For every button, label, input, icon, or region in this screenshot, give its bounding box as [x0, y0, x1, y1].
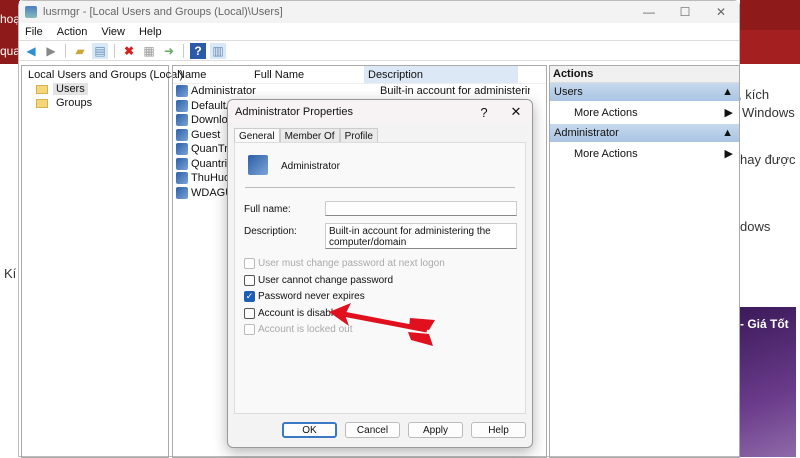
user-icon	[176, 85, 188, 98]
tree-root-label: Local Users and Groups (Local)	[28, 69, 184, 81]
tree-item-label: Groups	[56, 97, 93, 109]
dialog-title: Administrator Properties	[235, 106, 353, 118]
delete-icon[interactable]: ✖	[121, 43, 137, 59]
description-label: Description:	[244, 226, 297, 237]
more-actions-users[interactable]: More Actions ▶	[550, 101, 739, 124]
arrow-fletch	[409, 318, 435, 330]
tree-root[interactable]: Local Users and Groups (Local)	[24, 68, 183, 82]
submenu-arrow-icon: ▶	[724, 107, 733, 119]
up-folder-icon[interactable]: ▰	[72, 43, 88, 59]
menu-action[interactable]: Action	[57, 26, 88, 38]
cancel-button[interactable]: Cancel	[345, 422, 400, 438]
column-header-full-name[interactable]: Full Name	[250, 66, 364, 83]
user-icon	[248, 155, 268, 175]
collapse-icon[interactable]: ▲	[722, 127, 733, 139]
menu-help[interactable]: Help	[139, 26, 162, 38]
checkbox-user-cannot-change-password[interactable]: User cannot change password	[244, 274, 394, 286]
checkbox-box[interactable]	[244, 307, 255, 319]
full-name-input[interactable]	[325, 201, 517, 216]
collapse-icon[interactable]: ▲	[722, 86, 733, 98]
cell-description: Built-in account for administering...	[380, 85, 530, 98]
menu-file[interactable]: File	[25, 26, 43, 38]
action-label: More Actions	[574, 106, 638, 119]
folder-icon	[36, 84, 48, 94]
actions-pane: Actions Users ▲ More Actions ▶ Administrat…	[549, 65, 740, 458]
show-action-pane-icon[interactable]: ▥	[210, 42, 226, 59]
checkbox-label: User must change password at next logon	[258, 258, 445, 269]
apply-button[interactable]: Apply	[408, 422, 463, 438]
action-label: More Actions	[574, 147, 638, 160]
bg-text: , kích	[738, 87, 770, 102]
checkbox-label: User cannot change password	[258, 274, 394, 286]
administrator-properties-dialog: Administrator Properties ? ✕ General Mem…	[227, 99, 533, 448]
user-name: Administrator	[281, 161, 340, 172]
column-header-name[interactable]: Name	[173, 66, 250, 83]
browser-background-left: hoạt quan	[0, 0, 20, 64]
user-icon	[176, 99, 188, 112]
arrow-fletch	[408, 332, 433, 346]
help-icon[interactable]: ?	[190, 42, 206, 59]
actions-section-users[interactable]: Users ▲	[550, 83, 739, 101]
toolbar: ◀ ▶ ▰ ▤ ✖ ▦ ➜ ? ▥	[19, 41, 739, 61]
column-header-description[interactable]: Description	[364, 66, 518, 83]
minimize-button[interactable]: —	[631, 1, 667, 23]
section-label: Users	[554, 86, 583, 98]
show-hide-tree-icon[interactable]: ▤	[92, 42, 108, 59]
section-label: Administrator	[554, 127, 619, 139]
browser-background-right: , kích Windows hay được dows - Giá Tốt	[738, 0, 800, 457]
bg-text: hay được	[740, 152, 796, 167]
bg-text: Kí	[4, 266, 17, 281]
more-actions-administrator[interactable]: More Actions ▶	[550, 142, 739, 165]
checkbox-user-must-change-password-at-next-logon: User must change password at next logon	[244, 258, 445, 269]
actions-title: Actions	[550, 66, 739, 83]
forward-icon[interactable]: ▶	[43, 43, 59, 59]
description-input[interactable]: Built-in account for administering the c…	[325, 223, 517, 249]
close-button[interactable]: ✕	[703, 1, 739, 23]
window-title: lusrmgr - [Local Users and Groups (Local…	[43, 6, 283, 18]
bg-text: Windows	[742, 105, 795, 120]
user-icon	[176, 143, 188, 156]
export-icon[interactable]: ➜	[161, 43, 177, 59]
tree-item-label: Users	[53, 83, 88, 95]
submenu-arrow-icon: ▶	[724, 148, 733, 160]
user-icon	[176, 114, 188, 127]
title-bar: lusrmgr - [Local Users and Groups (Local…	[19, 1, 739, 23]
tree-pane: Local Users and Groups (Local) Users Gro…	[21, 65, 183, 458]
checkbox-box[interactable]: ✓	[244, 291, 255, 302]
tree-item-groups[interactable]: Groups	[24, 96, 166, 110]
table-row[interactable]: Administrator Built-in account for admini…	[173, 84, 546, 99]
folder-icon	[36, 98, 48, 108]
red-arrow-annotation	[329, 303, 435, 346]
bg-text: hoạt	[0, 12, 20, 26]
ok-button[interactable]: OK	[282, 422, 337, 438]
bg-text: dows	[740, 219, 771, 234]
help-button[interactable]: Help	[471, 422, 526, 438]
ad-banner[interactable]: - Giá Tốt	[740, 307, 796, 457]
menu-view[interactable]: View	[101, 26, 125, 38]
user-icon	[176, 157, 188, 170]
ad-text: - Giá Tốt	[740, 317, 789, 331]
general-panel: Administrator Full name: Description: Bu…	[234, 142, 526, 414]
full-name-label: Full name:	[244, 204, 291, 215]
user-icon	[176, 172, 188, 185]
checkbox-box	[244, 258, 255, 269]
tree-item-users[interactable]: Users	[24, 82, 166, 96]
user-icon	[176, 186, 188, 199]
dialog-help-button[interactable]: ?	[468, 100, 500, 124]
back-icon[interactable]: ◀	[23, 43, 39, 59]
menu-bar: File Action View Help	[19, 23, 739, 41]
user-icon	[176, 128, 188, 141]
actions-section-administrator[interactable]: Administrator ▲	[550, 124, 739, 142]
checkbox-box[interactable]	[244, 274, 255, 286]
bg-text: quan	[0, 44, 20, 58]
checkbox-box	[244, 324, 255, 335]
maximize-button[interactable]: ☐	[667, 1, 703, 23]
app-icon	[25, 6, 37, 18]
dialog-close-button[interactable]: ✕	[500, 100, 532, 124]
cell-name: Administrator	[191, 85, 256, 98]
properties-icon[interactable]: ▦	[141, 43, 157, 59]
